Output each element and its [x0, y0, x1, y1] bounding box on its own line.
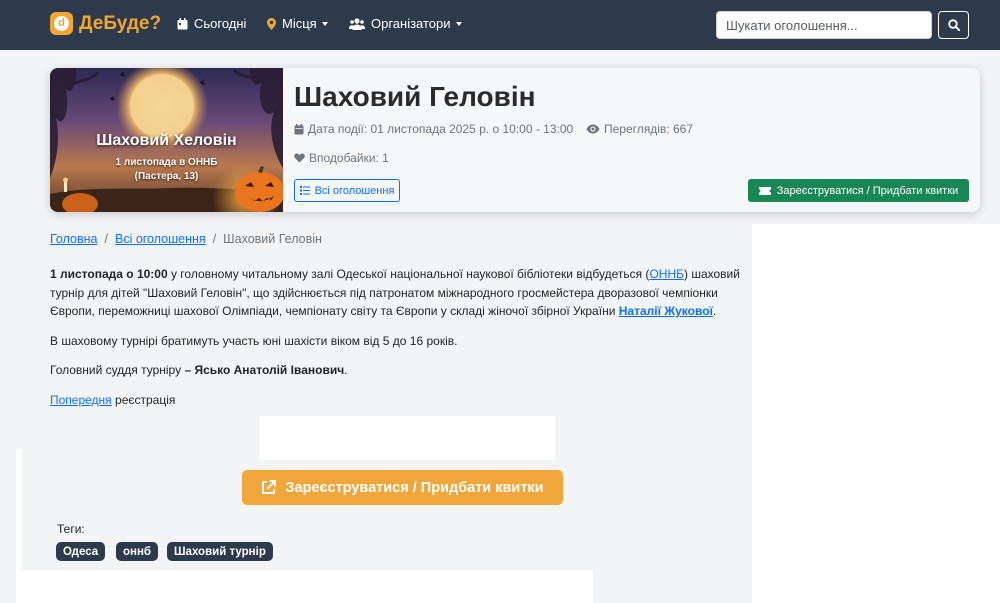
event-likes-text: Вподобайки: 1	[309, 151, 389, 165]
register-button-main[interactable]: Зареєструватися / Придбати квитки	[242, 470, 563, 505]
eye-icon	[586, 124, 600, 134]
tags-label: Теги:	[57, 522, 85, 536]
poster-subtitle-line1: 1 листопада в ОННБ	[115, 157, 218, 168]
description-text: Головний суддя турніру	[50, 363, 185, 377]
all-announcements-button[interactable]: Всі оголошення	[294, 179, 400, 202]
description-text: .	[712, 304, 717, 318]
brand-logo-icon: d	[50, 12, 73, 35]
zhukova-link[interactable]: Наталії Жукової	[619, 304, 713, 318]
page-title: Шаховий Геловін	[294, 81, 536, 112]
register-button-main-label: Зареєструватися / Придбати квитки	[285, 479, 544, 496]
users-icon	[349, 17, 365, 30]
tag-onnb[interactable]: оннб	[116, 542, 159, 561]
register-button-header[interactable]: Зареєструватися / Придбати квитки	[748, 179, 969, 202]
event-poster-image: Шаховий Хеловін 1 листопада в ОННБ (Паст…	[50, 68, 283, 212]
judge-name: – Ясько Анатолій Іванович	[184, 363, 345, 377]
heart-icon	[294, 153, 305, 163]
event-views-text: Переглядів: 667	[604, 122, 693, 136]
nav-item-places-label: Місця	[282, 16, 317, 31]
navbar: d ДеБуде? Сьогодні Місця Організатори	[0, 0, 1000, 50]
external-link-icon	[261, 480, 277, 495]
onnb-link[interactable]: ОННБ	[649, 267, 684, 281]
register-button-header-label: Зареєструватися / Придбати квитки	[776, 184, 959, 197]
description-text: ) шаховий	[683, 267, 740, 281]
search-button[interactable]	[938, 11, 969, 39]
event-likes: Вподобайки: 1	[294, 151, 389, 165]
tag-chess-tournament[interactable]: Шаховий турнір	[167, 542, 273, 561]
breadcrumb-current: Шаховий Геловін	[223, 232, 322, 246]
all-announcements-label: Всі оголошення	[314, 184, 395, 197]
tag-odesa[interactable]: Одеса	[56, 542, 106, 561]
breadcrumb-separator: /	[104, 232, 108, 246]
description-text: .	[344, 363, 348, 377]
event-date-bold: 1 листопада о 10:00	[50, 267, 168, 281]
poster-title: Шаховий Хеловін	[96, 132, 237, 149]
breadcrumb-separator: /	[212, 232, 217, 246]
description-text: реєстрація	[111, 393, 176, 407]
nav-item-places[interactable]: Місця	[267, 16, 328, 31]
description-line: 1 листопада о 10:00 у головному читально…	[50, 265, 750, 284]
breadcrumb-home-link[interactable]: Головна	[50, 232, 98, 246]
nav-item-organizers[interactable]: Організатори	[349, 16, 462, 31]
breadcrumb: Головна / Всі оголошення / Шаховий Гелов…	[50, 232, 322, 246]
description-line: турнір для дітей "Шаховий Геловін", що з…	[50, 285, 718, 300]
map-marker-icon	[267, 17, 276, 30]
brand-name: ДеБуде?	[79, 12, 162, 34]
nav-item-organizers-label: Організатори	[371, 16, 451, 31]
brand-logo-letter: d	[54, 16, 69, 31]
search-icon	[947, 19, 960, 31]
ticket-icon	[758, 186, 771, 195]
event-date-text: Дата події: 01 листопада 2025 р. о 10:00…	[308, 122, 574, 136]
calendar-icon	[294, 123, 304, 135]
description-paragraph-1: 1 листопада о 10:00 у головному читально…	[50, 265, 750, 321]
event-views: Переглядів: 667	[586, 122, 693, 136]
calendar-icon	[177, 17, 188, 30]
nav-item-today[interactable]: Сьогодні	[177, 16, 246, 31]
blank-panel	[259, 416, 555, 460]
list-icon	[299, 186, 310, 195]
description-line: Європи, переможниці шахової Олімпіади, ч…	[50, 302, 750, 321]
description-paragraph-2: В шаховому турнірі братимуть участь юні …	[50, 334, 458, 348]
search-input[interactable]	[716, 11, 932, 39]
description-paragraph-4: Попередня реєстрація	[50, 391, 750, 410]
pre-registration-link[interactable]: Попередня	[50, 393, 112, 407]
chevron-down-icon	[321, 21, 328, 26]
description-text: Європи, переможниці шахової Олімпіади, ч…	[50, 304, 619, 318]
sidebar-area	[752, 224, 1000, 603]
description-paragraph-3: Головний суддя турніру – Ясько Анатолій …	[50, 361, 750, 380]
poster-subtitle-line2: (Пастера, 13)	[134, 171, 199, 182]
blank-footer-area	[16, 570, 593, 603]
event-date: Дата події: 01 листопада 2025 р. о 10:00…	[294, 122, 573, 136]
description-text: у головному читальному залі Одеської нац…	[167, 267, 650, 281]
nav-item-today-label: Сьогодні	[194, 16, 247, 31]
breadcrumb-all-link[interactable]: Всі оголошення	[115, 232, 206, 246]
chevron-down-icon	[455, 21, 462, 26]
brand-link[interactable]: d ДеБуде?	[50, 12, 161, 35]
